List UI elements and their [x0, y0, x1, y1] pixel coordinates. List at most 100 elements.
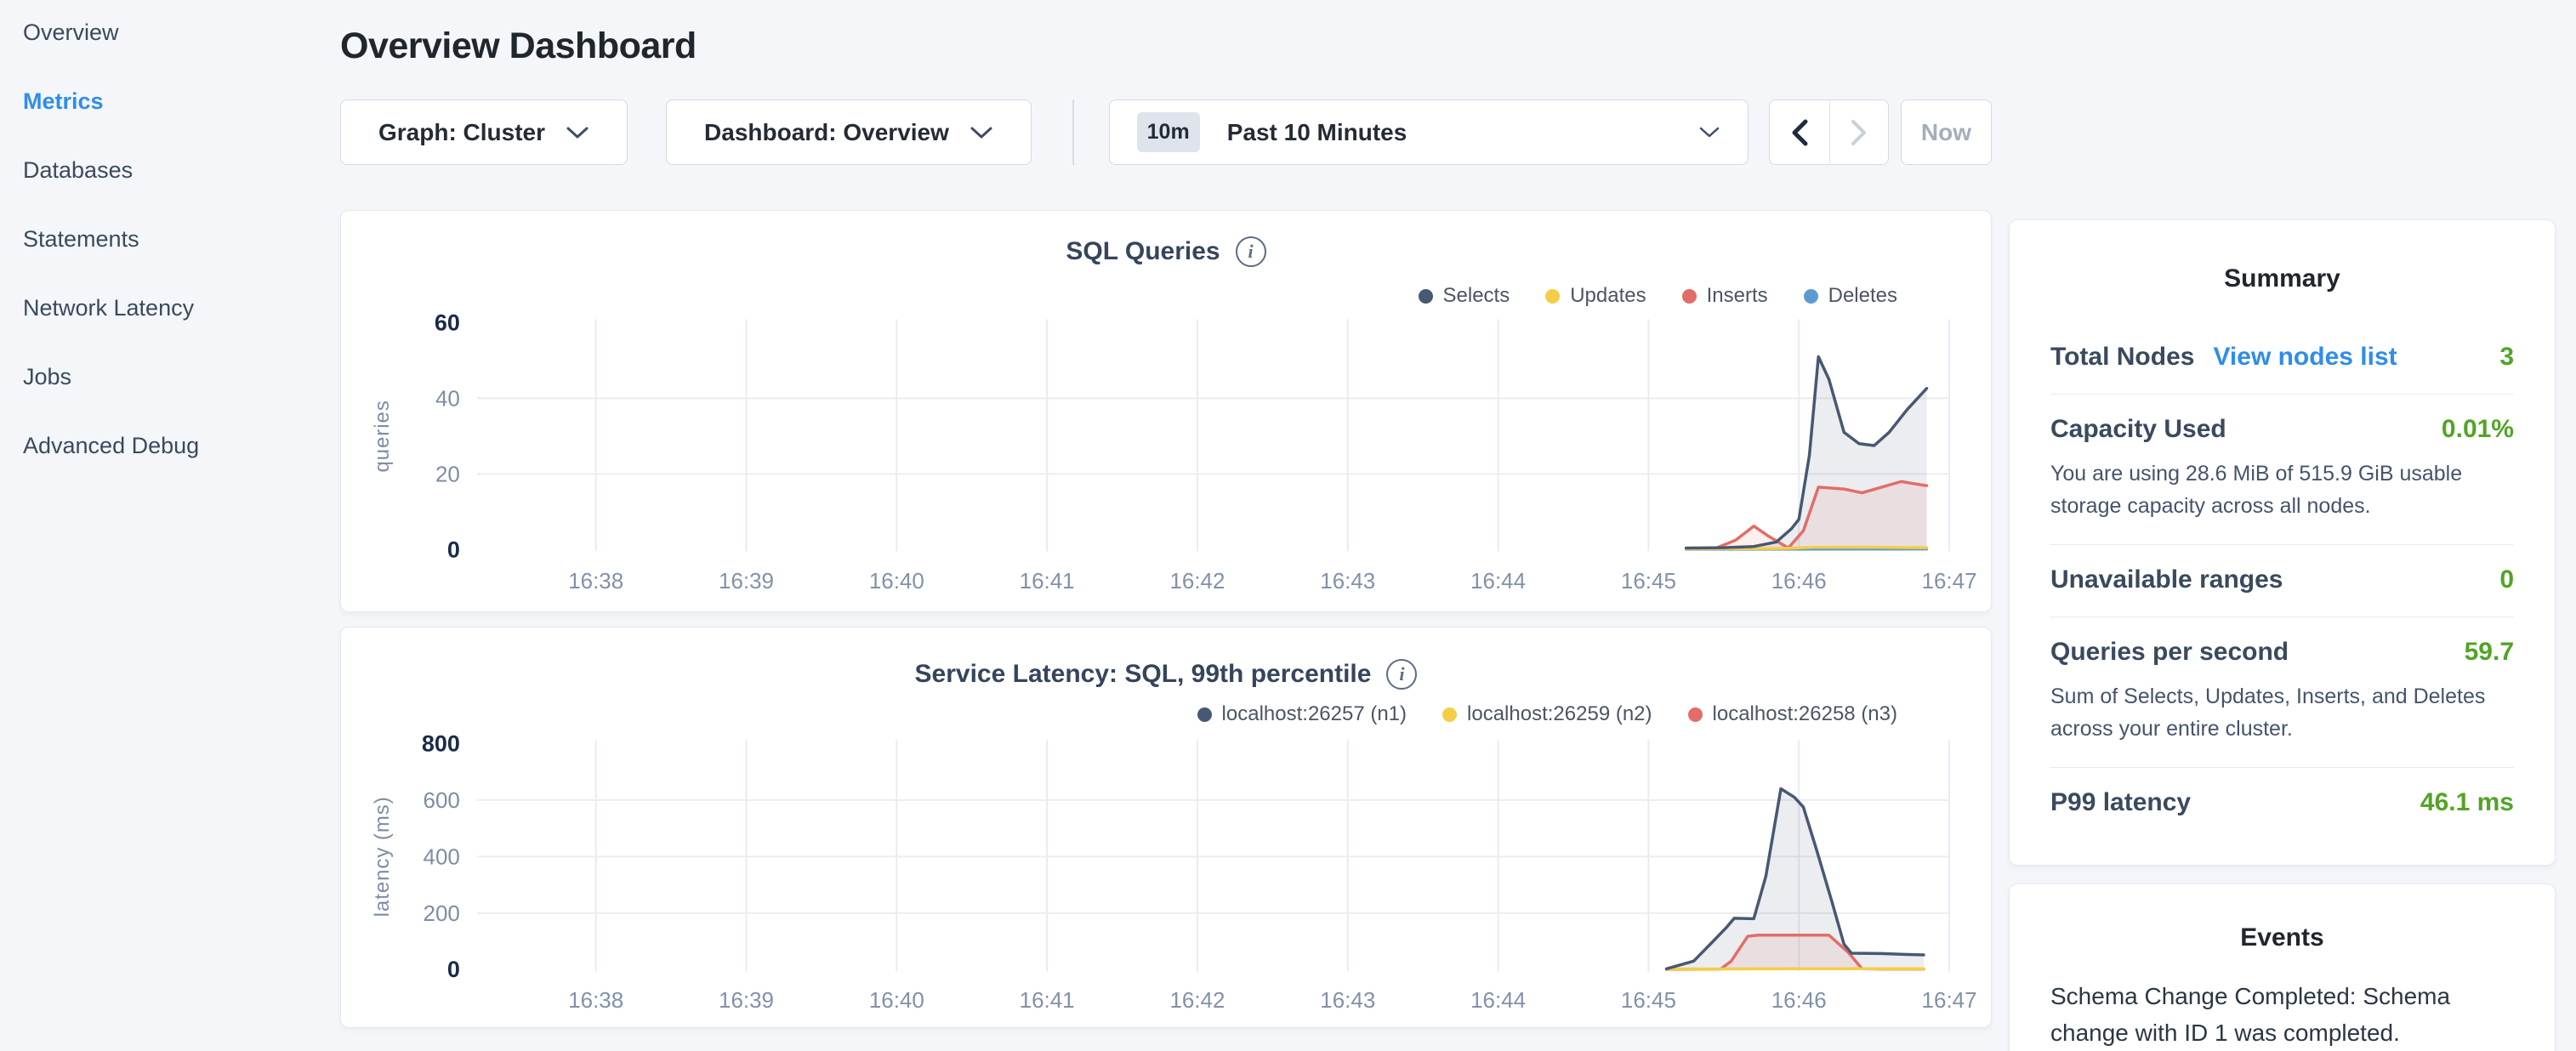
summary-row: P99 latency46.1 ms [2050, 768, 2514, 839]
svg-text:600: 600 [424, 789, 460, 813]
svg-text:0: 0 [447, 957, 460, 982]
chevron-right-icon [1850, 118, 1868, 147]
chevron-down-icon [1698, 126, 1720, 139]
chart-title: Service Latency: SQL, 99th percentile [915, 660, 1372, 689]
dashboard-dropdown[interactable]: Dashboard: Overview [666, 99, 1032, 165]
legend-label: Deletes [1828, 284, 1897, 308]
summary-row: Queries per second 59.7 Sum of Selects, Up… [2050, 617, 2514, 768]
time-range-label: Past 10 Minutes [1227, 119, 1699, 146]
svg-text:40: 40 [435, 387, 460, 411]
svg-text:16:43: 16:43 [1320, 570, 1375, 594]
service-latency-chart-card: Service Latency: SQL, 99th percentile i … [340, 627, 1992, 1028]
sidebar-item-metrics[interactable]: Metrics [23, 88, 312, 114]
legend-item[interactable]: Selects [1419, 284, 1510, 308]
time-forward-button[interactable] [1829, 100, 1888, 164]
now-button[interactable]: Now [1901, 99, 1992, 165]
sidebar-item-advanced-debug[interactable]: Advanced Debug [23, 433, 312, 458]
summary-row-value: 46.1 ms [2420, 788, 2514, 817]
sidebar-item-databases[interactable]: Databases [23, 157, 312, 183]
svg-text:0: 0 [447, 537, 460, 562]
graph-scope-dropdown[interactable]: Graph: Cluster [340, 99, 628, 165]
db-console-page: Overview Metrics Databases Statements Networ… [0, 0, 2576, 1051]
summary-row-value: 59.7 [2465, 638, 2514, 667]
info-icon[interactable]: i [1236, 236, 1266, 267]
summary-row-label: Capacity Used [2050, 415, 2226, 444]
legend-item[interactable]: Deletes [1804, 284, 1897, 308]
chevron-left-icon [1790, 118, 1809, 147]
sql-queries-plot: 16:3816:3916:4016:4116:4216:4316:4416:45… [341, 211, 1991, 611]
legend-label: Updates [1570, 284, 1646, 308]
svg-text:16:44: 16:44 [1470, 989, 1526, 1013]
chart-title-row: SQL Queries i [341, 236, 1991, 267]
legend-label: Inserts [1707, 284, 1768, 308]
legend-dot [1419, 289, 1433, 304]
sql-queries-chart-card: SQL Queries i Selects Updates Inserts Delet… [340, 210, 1992, 612]
chart-legend: localhost:26257 (n1) localhost:26259 (n2)… [1197, 702, 1897, 726]
legend-item[interactable]: Inserts [1682, 284, 1768, 308]
summary-row-value: 3 [2499, 343, 2514, 372]
time-back-button[interactable] [1770, 100, 1828, 164]
summary-row-label: Unavailable ranges [2050, 565, 2283, 594]
sidebar-item-overview[interactable]: Overview [23, 20, 312, 45]
summary-row: Capacity Used0.01%You are using 28.6 MiB… [2050, 395, 2514, 545]
summary-row-label: Total Nodes [2050, 343, 2194, 372]
legend-label: localhost:26257 (n1) [1222, 702, 1407, 726]
svg-text:16:39: 16:39 [719, 570, 774, 594]
legend-item[interactable]: Updates [1545, 284, 1646, 308]
info-icon[interactable]: i [1386, 659, 1417, 690]
sidebar-item-statements[interactable]: Statements [23, 226, 312, 252]
legend-dot [1804, 289, 1818, 304]
svg-text:16:42: 16:42 [1169, 989, 1225, 1013]
svg-text:16:40: 16:40 [869, 570, 924, 594]
svg-text:20: 20 [435, 463, 460, 486]
svg-text:400: 400 [424, 845, 460, 869]
svg-text:16:40: 16:40 [869, 989, 924, 1013]
legend-label: Selects [1443, 284, 1510, 308]
event-item: Schema Change Completed: Schema change w… [2050, 978, 2514, 1051]
summary-row-value: 0.01% [2442, 415, 2514, 444]
svg-text:16:46: 16:46 [1771, 570, 1827, 594]
svg-text:16:41: 16:41 [1020, 570, 1075, 594]
legend-label: localhost:26259 (n2) [1467, 702, 1652, 726]
svg-text:200: 200 [424, 902, 460, 926]
events-panel: Events Schema Change Completed: Schema c… [2009, 883, 2556, 1051]
chevron-down-icon [566, 126, 589, 139]
svg-text:16:42: 16:42 [1169, 570, 1225, 594]
summary-rows: Total Nodes View nodes list 3 Capacity Used… [2050, 322, 2514, 839]
sidebar-item-network-latency[interactable]: Network Latency [23, 295, 312, 321]
time-pager [1769, 99, 1888, 165]
svg-text:16:44: 16:44 [1470, 570, 1526, 594]
legend-item[interactable]: localhost:26257 (n1) [1197, 702, 1407, 726]
summary-row-label: Queries per second [2050, 638, 2289, 667]
graph-scope-label: Graph: Cluster [378, 119, 545, 146]
dashboard-label: Dashboard: Overview [704, 119, 949, 146]
svg-text:16:45: 16:45 [1621, 989, 1676, 1013]
svg-text:16:39: 16:39 [719, 989, 774, 1013]
svg-text:16:43: 16:43 [1320, 989, 1375, 1013]
sidebar: Overview Metrics Databases Statements Networ… [23, 20, 312, 458]
svg-text:16:41: 16:41 [1020, 989, 1075, 1013]
legend-item[interactable]: localhost:26258 (n3) [1688, 702, 1897, 726]
svg-text:16:38: 16:38 [568, 989, 623, 1013]
summary-title: Summary [2050, 264, 2514, 293]
view-nodes-list-link[interactable]: View nodes list [2213, 343, 2397, 372]
time-range-dropdown[interactable]: 10m Past 10 Minutes [1109, 99, 1749, 165]
svg-text:16:47: 16:47 [1922, 570, 1977, 594]
summary-row-description: Sum of Selects, Updates, Inserts, and De… [2050, 680, 2514, 745]
chart-title: SQL Queries [1066, 237, 1220, 266]
sidebar-item-jobs[interactable]: Jobs [23, 364, 312, 389]
svg-text:16:38: 16:38 [568, 570, 623, 594]
svg-text:16:46: 16:46 [1771, 989, 1827, 1013]
chart-title-row: Service Latency: SQL, 99th percentile i [341, 659, 1991, 690]
chevron-down-icon [970, 126, 993, 139]
legend-dot [1682, 289, 1697, 304]
svg-text:queries: queries [371, 400, 394, 472]
toolbar-divider [1072, 99, 1074, 165]
legend-dot [1442, 707, 1457, 722]
summary-row: Unavailable ranges0 [2050, 545, 2514, 617]
events-title: Events [2050, 923, 2514, 952]
legend-item[interactable]: localhost:26259 (n2) [1442, 702, 1652, 726]
legend-dot [1545, 289, 1560, 304]
summary-row: Total Nodes View nodes list 3 [2050, 322, 2514, 395]
right-column: Summary Total Nodes View nodes list 3 Capac… [2009, 219, 2556, 1051]
